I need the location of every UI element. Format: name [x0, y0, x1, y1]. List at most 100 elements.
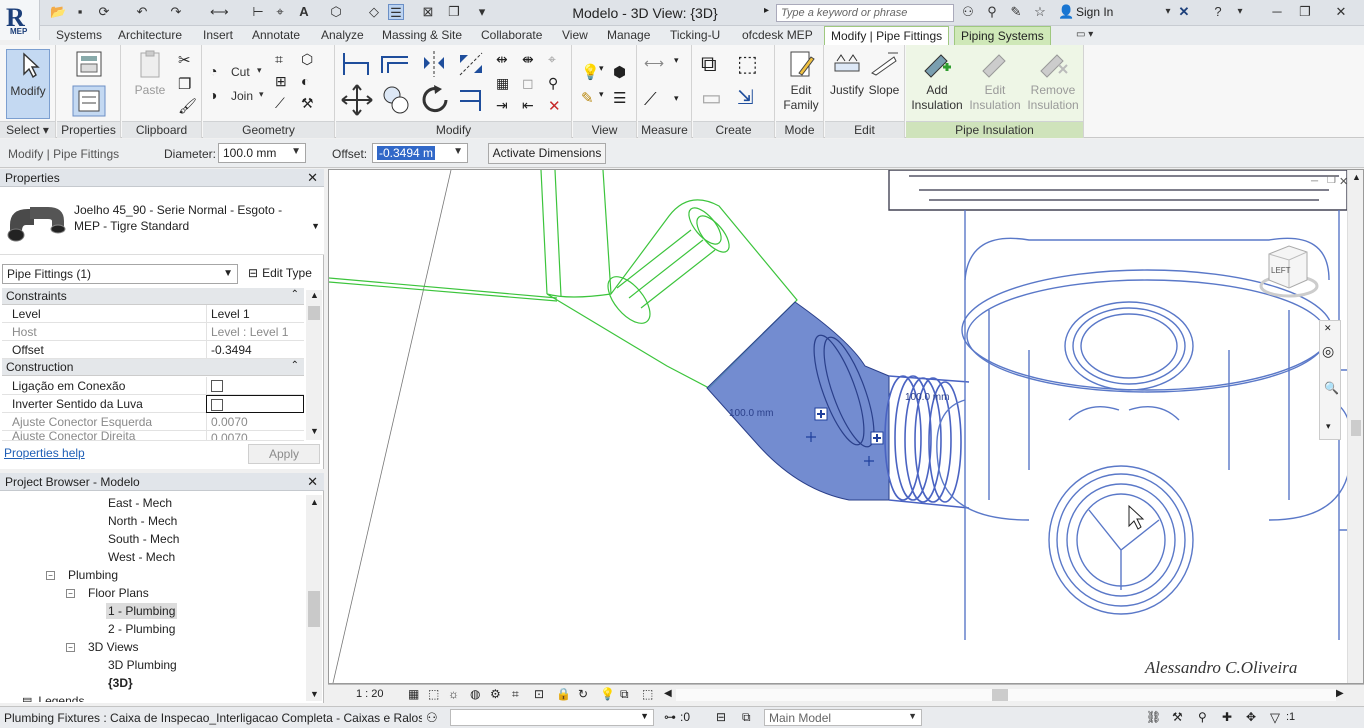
3d-viewport[interactable]: 100.0 mm 100.0 mm LEFT ✕ ◎ 🔍 ▾ ─ ❐ ✕ ▲ A: [328, 169, 1364, 684]
split-element-icon[interactable]: ⇹: [496, 51, 514, 69]
tree-item[interactable]: East - Mech: [108, 496, 172, 510]
tree-item[interactable]: North - Mech: [108, 514, 177, 528]
join-label[interactable]: Join: [231, 89, 253, 103]
halftone-icon[interactable]: ☰: [613, 89, 631, 107]
property-row[interactable]: Ligação em Conexão: [2, 377, 304, 395]
save-icon[interactable]: ▪: [72, 4, 88, 20]
restore-icon[interactable]: ❐: [1290, 2, 1320, 22]
group-construction[interactable]: Construction ⌃: [2, 359, 304, 376]
section-icon[interactable]: ◇: [366, 4, 382, 20]
tree-item[interactable]: 2 - Plumbing: [108, 622, 175, 636]
trim-multiple-icon[interactable]: ⇥: [496, 97, 514, 115]
tab-manage[interactable]: Manage: [601, 26, 656, 45]
tree-item-selected[interactable]: 1 - Plumbing: [106, 603, 178, 619]
scroll-up-icon[interactable]: ▲: [1352, 172, 1361, 182]
group-constraints[interactable]: Constraints ⌃: [2, 288, 304, 305]
close-icon[interactable]: ✕: [1326, 2, 1356, 22]
property-row[interactable]: Level Level 1: [2, 305, 304, 323]
mirror-draw-axis-icon[interactable]: [456, 49, 486, 79]
switch-windows-icon[interactable]: ❐: [446, 4, 462, 20]
help-dropdown-icon[interactable]: ▾: [1232, 4, 1248, 20]
scroll-thumb[interactable]: [308, 591, 320, 627]
dimension-label[interactable]: 100.0 mm: [905, 392, 949, 403]
close-hidden-icon[interactable]: ⊠: [420, 4, 436, 20]
property-row[interactable]: Inverter Sentido da Luva: [2, 395, 304, 413]
sign-in-dropdown-icon[interactable]: ▾: [1160, 4, 1176, 20]
paste-button[interactable]: Paste: [128, 49, 172, 98]
workset-selector[interactable]: ▼: [450, 709, 654, 726]
tab-massing-site[interactable]: Massing & Site: [376, 26, 468, 45]
join-geometry-icon[interactable]: ◑: [209, 87, 227, 105]
inverter-checkbox[interactable]: [211, 399, 223, 411]
drag-elements-icon[interactable]: ✥: [1246, 710, 1256, 724]
tag-icon[interactable]: ⌖: [272, 4, 288, 20]
scroll-up-icon[interactable]: ▲: [310, 290, 319, 300]
tree-item[interactable]: Plumbing: [68, 568, 118, 582]
scroll-left-icon[interactable]: ◀: [664, 688, 672, 699]
design-option-selector[interactable]: Main Model ▼: [764, 709, 922, 726]
tab-collaborate[interactable]: Collaborate: [475, 26, 548, 45]
collapse-node-icon[interactable]: −: [66, 643, 75, 652]
override-graphics-icon[interactable]: ⬢: [613, 63, 631, 81]
render-icon[interactable]: ⚙: [490, 687, 501, 701]
close-icon[interactable]: ✕: [307, 170, 318, 186]
pin-icon[interactable]: ⚲: [548, 75, 566, 93]
tree-item[interactable]: ▤ Legends: [22, 694, 84, 702]
diameter-combobox[interactable]: 100.0 mm ▼: [218, 143, 306, 163]
slope-button[interactable]: Slope: [865, 49, 903, 98]
show-crop-icon[interactable]: ⊡: [534, 687, 544, 701]
ribbon-minimize-icon[interactable]: ▭ ▾: [1070, 26, 1099, 45]
cut-label[interactable]: Cut: [231, 65, 250, 79]
measure-between-icon[interactable]: ⟷: [644, 55, 664, 73]
browser-scrollbar[interactable]: ▲ ▼: [306, 495, 322, 701]
cope-icon[interactable]: ⬡: [301, 51, 319, 69]
measure-dropdown-icon[interactable]: ▾: [674, 55, 692, 73]
steering-wheel-icon[interactable]: ◎: [1322, 343, 1334, 360]
sync-icon[interactable]: ⟳: [96, 4, 112, 20]
editable-only-icon[interactable]: ⊶: [664, 710, 676, 724]
scroll-down-icon[interactable]: ▼: [310, 689, 319, 699]
properties-help-link[interactable]: Properties help: [4, 446, 85, 460]
activate-dimensions-button[interactable]: Activate Dimensions: [488, 143, 606, 164]
properties-scrollbar[interactable]: ▲ ▼: [306, 290, 322, 440]
copy-icon[interactable]: ❐: [178, 75, 196, 93]
offset-combobox[interactable]: -0.3494 m ▼: [372, 143, 468, 163]
tab-modify-pipe-fittings[interactable]: Modify | Pipe Fittings: [824, 26, 950, 45]
align-icon[interactable]: [340, 49, 374, 79]
worksets-icon[interactable]: ⚇: [426, 710, 438, 726]
move-icon[interactable]: [340, 83, 374, 117]
demolish-icon[interactable]: ⚒: [301, 95, 319, 113]
type-selector[interactable]: Joelho 45_90 - Serie Normal - Esgoto - M…: [0, 187, 324, 255]
aligned-dimension-ribbon-icon[interactable]: ⟋: [644, 89, 662, 109]
split-with-gap-icon[interactable]: ⇼: [522, 51, 540, 69]
design-options-icon[interactable]: ⊟: [716, 710, 726, 724]
tab-annotate[interactable]: Annotate: [246, 26, 306, 45]
highlight-displacement-icon[interactable]: ⬚: [642, 687, 653, 701]
help-icon[interactable]: ?: [1210, 4, 1226, 20]
tab-ofcdesk-mep[interactable]: ofcdesk MEP: [736, 26, 819, 45]
shadows-icon[interactable]: ◍: [470, 687, 480, 701]
select-by-face-icon[interactable]: ✚: [1222, 710, 1232, 724]
view-scale[interactable]: 1 : 20: [356, 688, 384, 700]
view-restore-icon[interactable]: ❐: [1327, 175, 1336, 186]
match-type-icon[interactable]: 🖌: [178, 97, 197, 115]
lock-view-icon[interactable]: 🔒: [556, 687, 571, 701]
split-face-icon[interactable]: ⊞: [275, 73, 293, 91]
3d-view-icon[interactable]: ⬡: [328, 4, 344, 20]
add-insulation-button[interactable]: Add Insulation: [908, 49, 966, 113]
justify-button[interactable]: Justify: [827, 49, 867, 98]
tab-architecture[interactable]: Architecture: [112, 26, 188, 45]
scroll-right-icon[interactable]: ▶: [1336, 688, 1344, 699]
aligned-dimension-icon[interactable]: ⊢: [250, 4, 266, 20]
trim-extend-icon[interactable]: [456, 85, 490, 115]
paint-icon[interactable]: ◐: [301, 73, 319, 91]
scroll-down-icon[interactable]: ▼: [310, 426, 319, 436]
nav-close-icon[interactable]: ✕: [1324, 323, 1332, 334]
subscription-icon[interactable]: ⚲: [984, 4, 1000, 20]
sign-in-button[interactable]: Sign In: [1076, 5, 1113, 19]
tree-item[interactable]: 3D Plumbing: [108, 658, 177, 672]
select-underlay-icon[interactable]: ⚒: [1172, 710, 1183, 724]
property-row[interactable]: Offset -0.3494: [2, 341, 304, 359]
remove-insulation-button[interactable]: Remove Insulation: [1024, 49, 1082, 113]
create-similar-icon[interactable]: ⇲: [737, 85, 765, 113]
